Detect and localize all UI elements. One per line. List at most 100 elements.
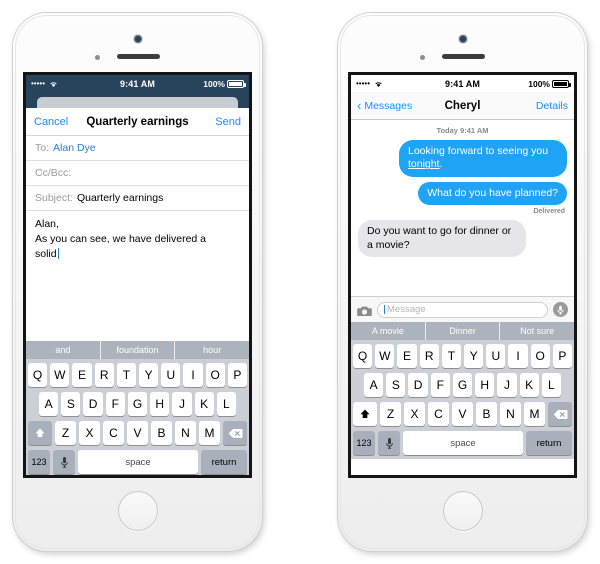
suggestion-item[interactable]: A movie	[351, 322, 426, 340]
shift-icon[interactable]	[28, 421, 52, 445]
email-body-textarea[interactable]: Alan, As you can see, we have delivered …	[26, 211, 249, 341]
key-l[interactable]: L	[216, 392, 236, 416]
key-d[interactable]: D	[408, 373, 428, 397]
suggestion-item[interactable]: foundation	[101, 341, 176, 359]
key-g[interactable]: G	[127, 392, 148, 416]
key-u[interactable]: U	[161, 363, 181, 387]
conversation-title: Cheryl	[444, 99, 481, 112]
key-z[interactable]: Z	[380, 402, 401, 426]
key-w[interactable]: W	[50, 363, 70, 387]
numbers-key[interactable]: 123	[353, 431, 375, 455]
key-c[interactable]: C	[103, 421, 124, 445]
key-t[interactable]: T	[116, 363, 136, 387]
key-v[interactable]: V	[127, 421, 148, 445]
key-i[interactable]: I	[508, 344, 528, 368]
key-a[interactable]: A	[39, 392, 59, 416]
key-x[interactable]: X	[79, 421, 100, 445]
suggestion-item[interactable]: Dinner	[426, 322, 501, 340]
key-p[interactable]: P	[552, 344, 573, 368]
key-r[interactable]: R	[94, 363, 114, 387]
suggestion-item[interactable]: and	[26, 341, 101, 359]
return-key[interactable]: return	[526, 431, 572, 455]
message-input-field[interactable]: Message	[377, 301, 548, 318]
message-text-part: .	[439, 158, 443, 171]
body-line-3: solid	[35, 248, 57, 261]
microphone-icon[interactable]	[53, 450, 75, 474]
ccbcc-field[interactable]: Cc/Bcc:	[26, 161, 249, 186]
keyboard-row-1: Q W E R T Y U I O P	[27, 363, 248, 387]
key-p[interactable]: P	[227, 363, 248, 387]
key-l[interactable]: L	[541, 373, 561, 397]
key-d[interactable]: D	[83, 392, 103, 416]
microphone-icon[interactable]	[553, 302, 568, 317]
message-row: Do you want to go for dinner or a movie?	[358, 220, 567, 258]
key-i[interactable]: I	[183, 363, 203, 387]
key-o[interactable]: O	[530, 344, 550, 368]
key-k[interactable]: K	[194, 392, 214, 416]
key-s[interactable]: S	[61, 392, 81, 416]
body-line-3-wrap: solid	[35, 247, 240, 262]
space-key[interactable]: space	[78, 450, 198, 474]
key-h[interactable]: H	[150, 392, 170, 416]
suggestion-item[interactable]: hour	[175, 341, 249, 359]
message-bubble-sent[interactable]: Looking forward to seeing you tonight.	[399, 140, 567, 177]
key-c[interactable]: C	[428, 402, 449, 426]
numbers-key[interactable]: 123	[28, 450, 50, 474]
body-line-1: Alan,	[35, 218, 59, 230]
front-camera-icon	[458, 35, 467, 43]
key-w[interactable]: W	[375, 344, 395, 368]
key-a[interactable]: A	[364, 373, 384, 397]
key-u[interactable]: U	[486, 344, 506, 368]
message-thread[interactable]: Today 9:41 AM Looking forward to seeing …	[351, 120, 574, 296]
key-m[interactable]: M	[199, 421, 220, 445]
key-o[interactable]: O	[205, 363, 225, 387]
to-field-label: To:	[35, 142, 50, 154]
key-n[interactable]: N	[175, 421, 196, 445]
space-key[interactable]: space	[403, 431, 523, 455]
camera-icon[interactable]	[357, 304, 372, 316]
key-j[interactable]: J	[497, 373, 517, 397]
keyboard-row-4: 123 space return	[353, 431, 572, 455]
shift-icon[interactable]	[353, 402, 377, 426]
key-e[interactable]: E	[397, 344, 417, 368]
to-recipient-token[interactable]: Alan Dye	[53, 142, 96, 154]
iphone-left-device: ••••• 9:41 AM 100% Cancel Quarterly earn…	[13, 13, 262, 551]
key-n[interactable]: N	[500, 402, 521, 426]
key-x[interactable]: X	[404, 402, 425, 426]
home-button[interactable]	[442, 491, 483, 531]
keyboard-row-2: A S D F G H J K L	[28, 392, 247, 416]
key-b[interactable]: B	[151, 421, 172, 445]
backspace-icon[interactable]	[223, 421, 247, 445]
key-g[interactable]: G	[452, 373, 473, 397]
key-f[interactable]: F	[105, 392, 125, 416]
key-m[interactable]: M	[524, 402, 545, 426]
key-y[interactable]: Y	[139, 363, 159, 387]
message-input-bar: Message	[351, 296, 574, 322]
message-link-tonight[interactable]: tonight	[408, 158, 440, 170]
key-h[interactable]: H	[475, 373, 495, 397]
return-key[interactable]: return	[201, 450, 247, 474]
microphone-icon[interactable]	[378, 431, 400, 455]
key-q[interactable]: Q	[27, 363, 48, 387]
subject-field[interactable]: Subject: Quarterly earnings	[26, 186, 249, 211]
onscreen-keyboard-right: Q W E R T Y U I O P A S D F G H J K L Z …	[351, 340, 574, 459]
key-y[interactable]: Y	[464, 344, 484, 368]
key-t[interactable]: T	[441, 344, 461, 368]
backspace-icon[interactable]	[548, 402, 572, 426]
key-k[interactable]: K	[519, 373, 539, 397]
key-v[interactable]: V	[452, 402, 473, 426]
key-r[interactable]: R	[419, 344, 439, 368]
key-b[interactable]: B	[476, 402, 497, 426]
key-f[interactable]: F	[430, 373, 450, 397]
to-field[interactable]: To: Alan Dye	[26, 136, 249, 161]
key-s[interactable]: S	[386, 373, 406, 397]
key-z[interactable]: Z	[55, 421, 76, 445]
suggestion-item[interactable]: Not sure	[500, 322, 574, 340]
message-bubble-sent[interactable]: What do you have planned?	[418, 181, 567, 206]
key-e[interactable]: E	[72, 363, 92, 387]
key-j[interactable]: J	[172, 392, 192, 416]
key-q[interactable]: Q	[352, 344, 373, 368]
home-button[interactable]	[117, 491, 158, 531]
message-bubble-received[interactable]: Do you want to go for dinner or a movie?	[358, 220, 526, 258]
delivered-status-label: Delivered	[533, 208, 565, 216]
